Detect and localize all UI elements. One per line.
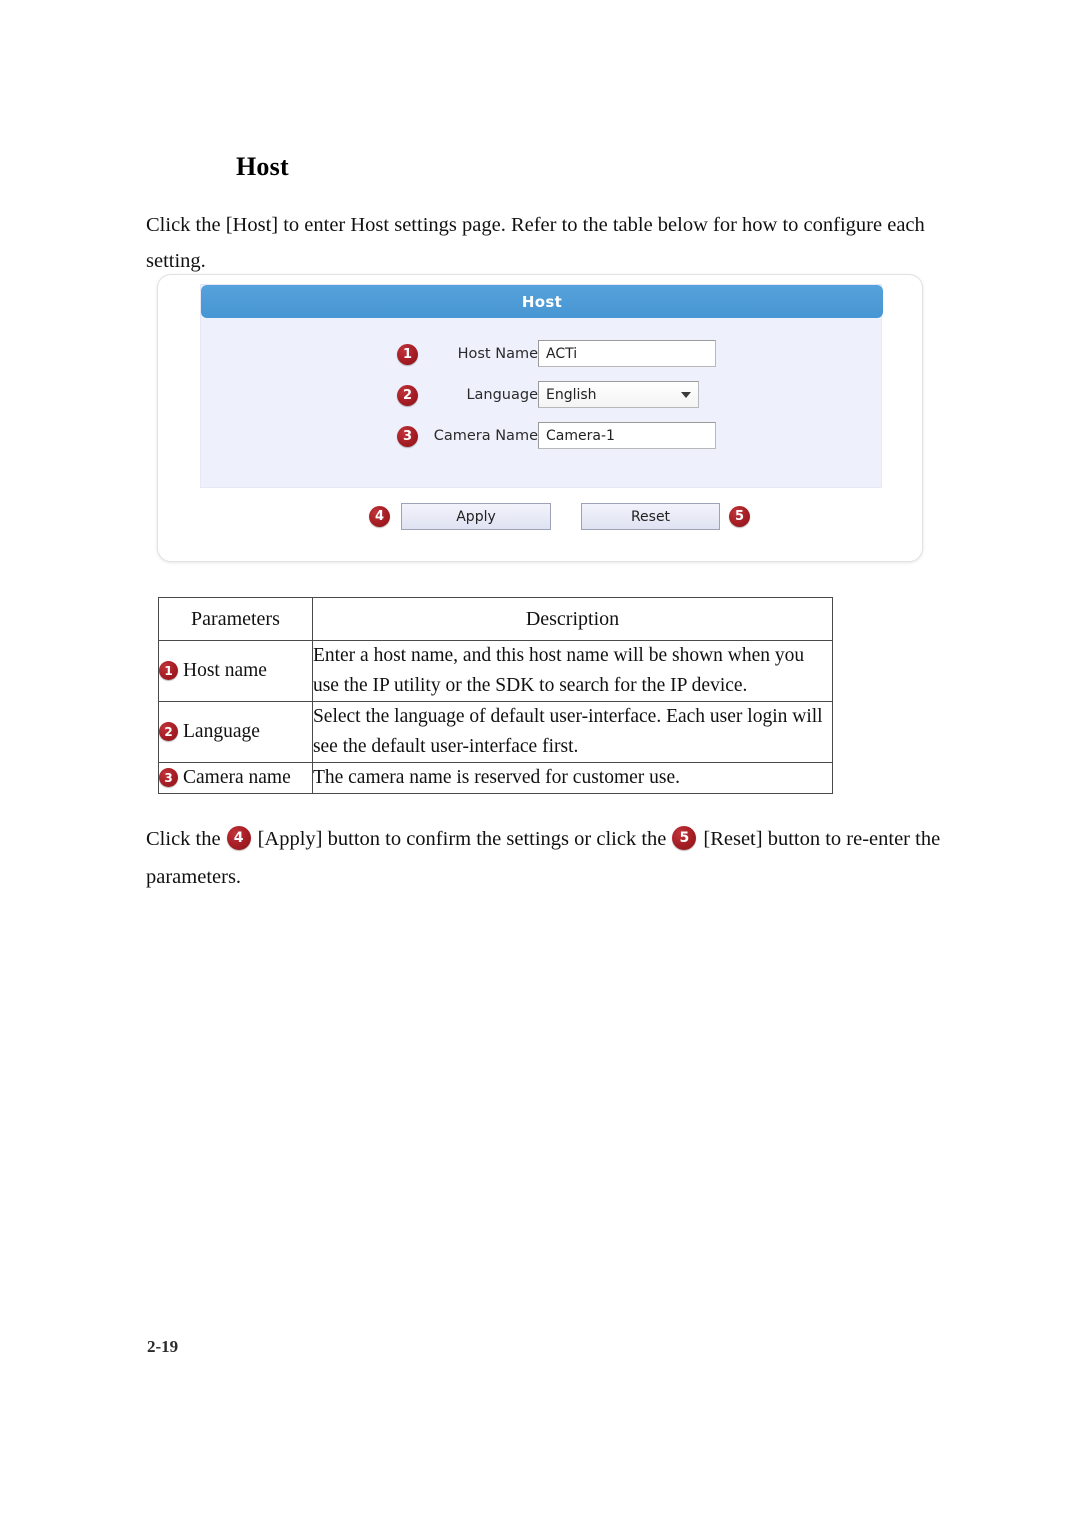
page-number: 2-19 — [147, 1337, 179, 1356]
callout-badge-4: 4 — [369, 506, 390, 527]
intro-paragraph: Click the [Host] to enter Host settings … — [146, 214, 925, 272]
column-header-parameters: Parameters — [158, 597, 313, 641]
host-settings-screenshot: Host 1 Host Name ACTi 2 Language English — [157, 274, 923, 562]
parameter-label: Host name — [183, 660, 267, 681]
host-name-label: Host Name — [457, 346, 538, 362]
page-title: Host — [236, 152, 289, 181]
table-cell-description: Enter a host name, and this host name wi… — [311, 640, 834, 702]
form-row-host-name: 1 Host Name ACTi — [201, 340, 883, 370]
table-row: 2 Language Select the language of default… — [158, 701, 834, 763]
language-selected-value: English — [546, 386, 597, 403]
table-cell-parameter: 2 Language — [158, 701, 313, 763]
callout-badge-4: 4 — [226, 826, 251, 851]
camera-name-input[interactable]: Camera-1 — [538, 422, 716, 449]
callout-badge-5: 5 — [672, 826, 697, 851]
callout-badge-3: 3 — [397, 426, 418, 447]
host-panel: Host 1 Host Name ACTi 2 Language English — [200, 284, 883, 489]
table-cell-description: The camera name is reserved for customer… — [311, 762, 834, 794]
callout-badge-2: 2 — [159, 722, 178, 742]
panel-titlebar: Host — [201, 285, 883, 318]
callout-badge-3: 3 — [159, 768, 178, 788]
callout-badge-2: 2 — [397, 385, 418, 406]
host-name-input[interactable]: ACTi — [538, 340, 716, 367]
closing-paragraph: Click the 4 [Apply] button to confirm the … — [146, 820, 946, 896]
closing-text-part-1: Click the — [146, 828, 221, 850]
table-cell-parameter: 3 Camera name — [158, 762, 313, 794]
form-row-language: 2 Language English — [201, 381, 883, 411]
form-row-camera-name: 3 Camera Name Camera-1 — [201, 422, 883, 452]
table-cell-description: Select the language of default user-inte… — [311, 701, 834, 763]
manual-page: Host Click the [Host] to enter Host sett… — [0, 0, 1080, 1528]
form-actions: 4 Apply Reset 5 — [158, 503, 924, 537]
table-row: 3 Camera name The camera name is reserved… — [158, 762, 834, 794]
language-label: Language — [466, 387, 538, 403]
closing-text-part-2: [Apply] button to confirm the settings o… — [257, 828, 667, 850]
callout-badge-1: 1 — [397, 344, 418, 365]
callout-badge-1: 1 — [159, 661, 178, 681]
table-row: 1 Host name Enter a host name, and this h… — [158, 640, 834, 702]
apply-button[interactable]: Apply — [401, 503, 551, 530]
panel-title-label: Host — [521, 292, 563, 311]
language-select[interactable]: English — [538, 381, 699, 408]
table-header-row: Parameters Description — [158, 597, 834, 641]
host-form: 1 Host Name ACTi 2 Language English 3 Ca… — [201, 318, 883, 489]
table-cell-parameter: 1 Host name — [158, 640, 313, 702]
parameter-label: Language — [183, 721, 260, 742]
parameter-label: Camera name — [183, 767, 291, 788]
callout-badge-5: 5 — [729, 506, 750, 527]
chevron-down-icon — [681, 391, 691, 398]
parameters-table: Parameters Description 1 Host name Enter … — [158, 597, 834, 794]
reset-button[interactable]: Reset — [581, 503, 720, 530]
camera-name-label: Camera Name — [433, 428, 538, 444]
column-header-description: Description — [311, 597, 834, 641]
